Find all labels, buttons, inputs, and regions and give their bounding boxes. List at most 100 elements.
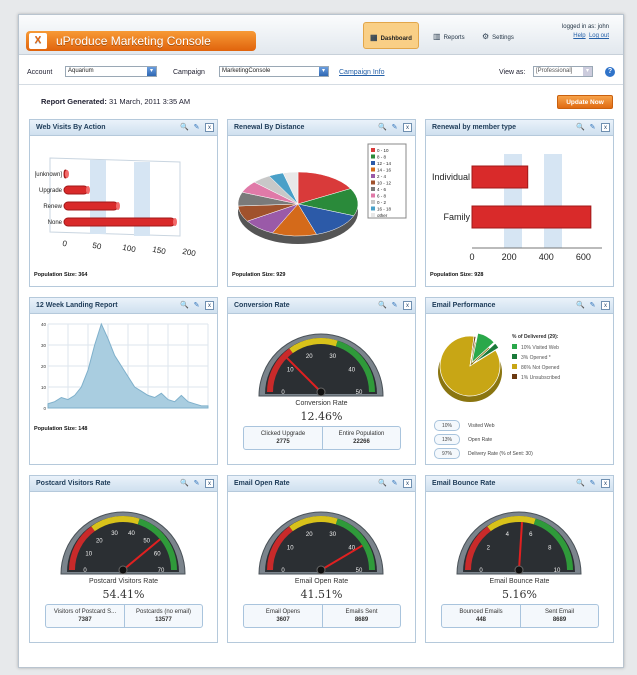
- app-header: X uProduce Marketing Console ▦ Dashboard …: [19, 15, 623, 55]
- conversion-gauge: 01020 304050: [258, 333, 384, 397]
- gauge-hub: [118, 565, 128, 575]
- zoom-icon[interactable]: 🔍: [576, 301, 585, 310]
- edit-icon[interactable]: ✎: [192, 123, 201, 132]
- stat-label: Entire Population: [338, 431, 385, 437]
- gauge-value: 12.46%: [300, 410, 343, 423]
- zoom-icon[interactable]: 🔍: [180, 301, 189, 310]
- stat-value: 8689: [354, 617, 369, 623]
- panel-conversion: Conversion Rate 🔍 ✎ x 0 10 20 30 40 50 Conver…: [227, 297, 416, 465]
- close-icon[interactable]: x: [403, 301, 412, 310]
- edit-icon[interactable]: ✎: [588, 123, 597, 132]
- gauge-tick-label: 10: [287, 546, 294, 552]
- stat-cell: Visitors of Postcard S... 7387: [46, 605, 124, 627]
- nav-reports-label: Reports: [443, 35, 465, 41]
- nav-dashboard[interactable]: ▦ Dashboard: [363, 22, 419, 49]
- nav-reports[interactable]: ▥ Reports: [433, 32, 465, 41]
- tick-label: 50: [92, 241, 103, 252]
- postcard-gauge: 0102030 40506070: [60, 511, 186, 575]
- stat-value: 448: [475, 617, 486, 623]
- legend-swatch: [512, 354, 517, 359]
- campaign-info-link[interactable]: Campaign Info: [339, 69, 385, 76]
- legend-label: 4 - 6: [377, 187, 387, 192]
- zoom-icon[interactable]: 🔍: [180, 479, 189, 488]
- tick-label: 200: [182, 247, 197, 259]
- stat-cell: Clicked Upgrade 2775: [244, 427, 322, 449]
- panel-header: Email Performance 🔍 ✎ x: [426, 298, 613, 314]
- close-icon[interactable]: x: [601, 301, 610, 310]
- close-icon[interactable]: x: [205, 123, 214, 132]
- campaign-select[interactable]: MarketingConsole ▾: [219, 66, 329, 77]
- zoom-icon[interactable]: 🔍: [576, 123, 585, 132]
- legend-label: 10 - 12: [377, 181, 392, 186]
- tick-label: 40: [41, 322, 47, 327]
- bar-cap: [173, 218, 177, 226]
- legend-item: 3% Opened *: [512, 354, 551, 361]
- logout-link[interactable]: Log out: [589, 33, 609, 39]
- update-now-button[interactable]: Update Now: [557, 95, 613, 109]
- stat-cell: Sent Email 8689: [520, 605, 598, 627]
- view-as-select[interactable]: [Professional] ▾: [533, 66, 593, 77]
- gauge-tick-label: 70: [158, 568, 165, 574]
- legend-swatch: [512, 364, 517, 369]
- email-stat-row: 13% Open Rate: [434, 434, 492, 446]
- panel-title: Conversion Rate: [234, 302, 290, 309]
- campaign-label: Campaign: [173, 69, 205, 76]
- close-icon[interactable]: x: [205, 479, 214, 488]
- edit-icon[interactable]: ✎: [588, 479, 597, 488]
- stat-pill: 97%: [434, 448, 460, 459]
- chevron-down-icon: ▾: [147, 67, 156, 76]
- account-value: Aquarium: [68, 68, 94, 74]
- edit-icon[interactable]: ✎: [390, 123, 399, 132]
- gauge-tick-label: 40: [128, 531, 135, 537]
- legend-item: 1% Unsubscribed: [512, 374, 560, 381]
- tick-label: 20: [41, 364, 47, 369]
- user-info: logged in as: john Help Log out: [562, 23, 609, 41]
- view-as-label: View as:: [499, 69, 526, 76]
- gauge-tick-label: 60: [154, 552, 161, 558]
- gauge-label: Email Open Rate: [294, 578, 349, 585]
- stat-value: 8689: [552, 617, 567, 623]
- gauge-label: Email Bounce Rate: [489, 578, 550, 585]
- edit-icon[interactable]: ✎: [192, 479, 201, 488]
- stat-label: Postcards (no email): [135, 609, 192, 615]
- nav-settings[interactable]: ⚙ Settings: [482, 32, 514, 41]
- panel-email-open: Email Open Rate 🔍 ✎ x 0 10 20 30 40 50 Email …: [227, 475, 416, 643]
- account-label: Account: [27, 69, 53, 76]
- gauge-value: 41.51%: [300, 588, 343, 601]
- help-icon[interactable]: ?: [605, 67, 615, 77]
- legend-swatch: [371, 213, 375, 217]
- wrench-icon: ⚙: [482, 32, 490, 41]
- email-stat-row: 97% Delivery Rate (% of Sent: 30): [434, 448, 533, 460]
- zoom-icon[interactable]: 🔍: [378, 479, 387, 488]
- tick-label: 150: [152, 245, 167, 257]
- legend-label: 8 - 8: [377, 155, 387, 160]
- tick-label: 0: [62, 239, 69, 249]
- zoom-icon[interactable]: 🔍: [180, 123, 189, 132]
- gauge-stats: Email Opens 3607 Emails Sent 8689: [243, 604, 401, 628]
- panel-email-performance: Email Performance 🔍 ✎ x % of Delivered (…: [425, 297, 614, 465]
- zoom-icon[interactable]: 🔍: [378, 123, 387, 132]
- close-icon[interactable]: x: [205, 301, 214, 310]
- close-icon[interactable]: x: [601, 123, 610, 132]
- panel-renewal-member: Renewal by member type 🔍 ✎ x Individual F…: [425, 119, 614, 287]
- zoom-icon[interactable]: 🔍: [576, 479, 585, 488]
- close-icon[interactable]: x: [403, 123, 412, 132]
- web-visits-chart: [unknown] Upgrade Renew None 0 50 100 150 200: [35, 157, 197, 259]
- panel-web-visits: Web Visits By Action 🔍 ✎ x [unknown] Upgr…: [29, 119, 218, 287]
- close-icon[interactable]: x: [601, 479, 610, 488]
- edit-icon[interactable]: ✎: [390, 479, 399, 488]
- legend-label: 3% Opened *: [521, 355, 551, 361]
- close-icon[interactable]: x: [403, 479, 412, 488]
- gauge-tick-label: 20: [306, 354, 313, 360]
- legend-swatch: [371, 200, 375, 204]
- account-select[interactable]: Aquarium ▾: [65, 66, 157, 77]
- panel-title: Email Bounce Rate: [432, 480, 496, 487]
- zoom-icon[interactable]: 🔍: [378, 301, 387, 310]
- panel-header: Web Visits By Action 🔍 ✎ x: [30, 120, 217, 136]
- edit-icon[interactable]: ✎: [390, 301, 399, 310]
- legend-label: 2 - 4: [377, 174, 387, 179]
- help-link[interactable]: Help: [573, 33, 585, 39]
- edit-icon[interactable]: ✎: [192, 301, 201, 310]
- stat-label: Visitors of Postcard S...: [53, 609, 117, 615]
- edit-icon[interactable]: ✎: [588, 301, 597, 310]
